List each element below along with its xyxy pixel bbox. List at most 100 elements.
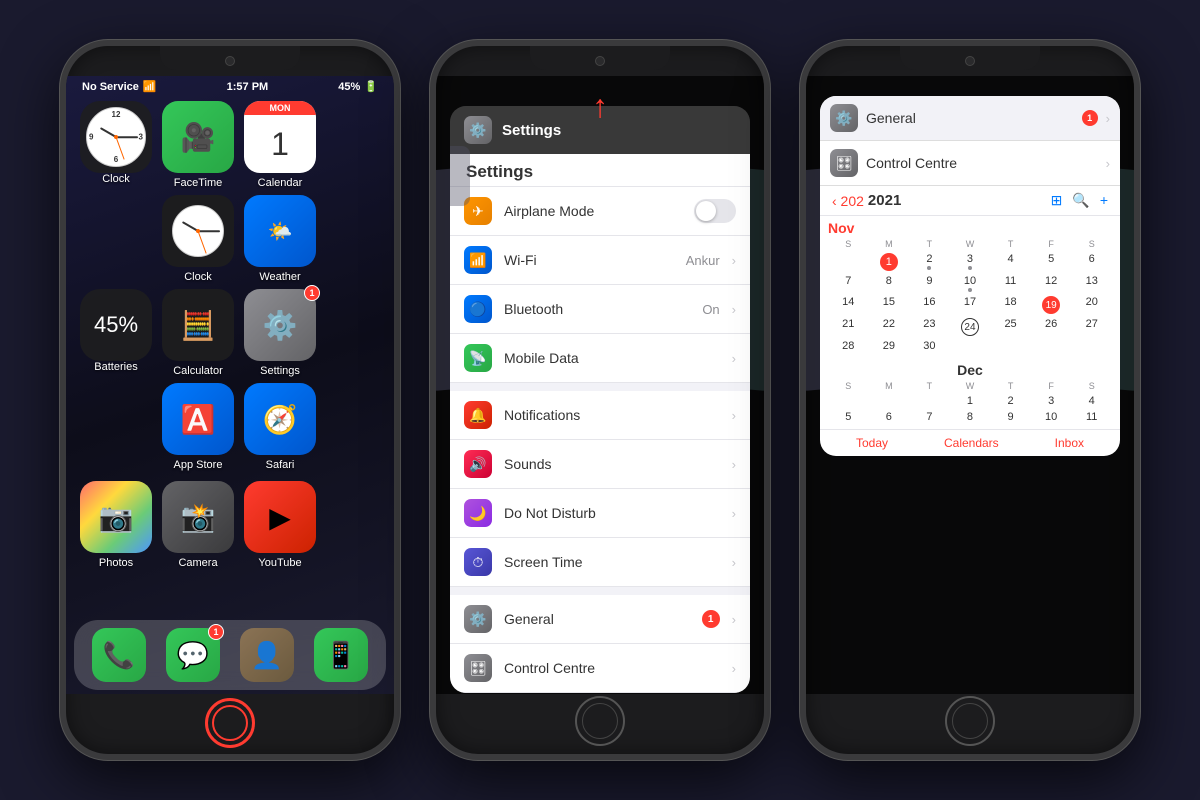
settings-list: Settings ✈ Airplane Mode 📶 Wi-Fi Ankur ›	[450, 154, 750, 693]
swipe-arrow: ↑	[592, 90, 608, 122]
settings-item-controlcentre[interactable]: 🎛 Control Centre ›	[450, 644, 750, 693]
settings-screen: ↑ ⚙️ Settings Settings ✈ Airplane Mod	[436, 76, 764, 694]
bluetooth-value: On	[702, 302, 719, 317]
home-button-3[interactable]	[945, 696, 995, 746]
november-grid: Nov SMT WTFS 1 2 3 4 5 6	[820, 216, 1120, 358]
phone-2: ↑ ⚙️ Settings Settings ✈ Airplane Mod	[430, 40, 770, 760]
notifications-arrow: ›	[732, 408, 736, 423]
general-app-icon-3: ⚙️	[830, 104, 858, 132]
app-camera[interactable]: 📸 Camera	[162, 481, 234, 569]
dock-whatsapp[interactable]: 📱	[314, 628, 368, 682]
inbox-btn[interactable]: Inbox	[1055, 436, 1084, 450]
camera-label: Camera	[178, 557, 217, 569]
general-icon: ⚙️	[464, 605, 492, 633]
clock-small-label: Clock	[184, 271, 212, 283]
battery-icon: 🔋	[364, 80, 378, 93]
app-appstore[interactable]: 🅰️ App Store	[162, 383, 234, 471]
dec-title: Dec	[828, 362, 1112, 378]
nov-title: Nov	[828, 220, 1112, 236]
youtube-label: YouTube	[258, 557, 301, 569]
settings-item-screentime[interactable]: ⏱ Screen Time ›	[450, 538, 750, 587]
app-photos[interactable]: 📷 Photos	[80, 481, 152, 569]
facetime-label: FaceTime	[174, 177, 223, 189]
section-divider-2	[450, 587, 750, 595]
battery-widget[interactable]: 45% Batteries	[80, 289, 152, 373]
battery-label: 45%	[338, 81, 360, 93]
app-switcher-3: ⚙️ General 1 › 🎛 Control Centre › ‹ 202 …	[820, 96, 1120, 456]
cal-year: 2021	[868, 192, 1047, 209]
clock-widget-large[interactable]: 12 3 6 9	[80, 101, 152, 173]
screentime-icon: ⏱	[464, 548, 492, 576]
status-bar: No Service 📶 1:57 PM 45% 🔋	[66, 76, 394, 97]
dec-dow: SMT WTFS	[828, 381, 1112, 391]
messages-badge: 1	[208, 624, 224, 640]
app-clock-small[interactable]: Clock	[162, 195, 234, 283]
mobile-data-icon: 📡	[464, 344, 492, 372]
sounds-label: Sounds	[504, 456, 720, 472]
general-app-badge-3: 1	[1082, 110, 1098, 126]
wifi-arrow: ›	[732, 253, 736, 268]
settings-item-dnd[interactable]: 🌙 Do Not Disturb ›	[450, 489, 750, 538]
app-safari[interactable]: 🧭 Safari	[244, 383, 316, 471]
home-button-highlighted[interactable]	[205, 698, 255, 748]
wifi-value: Ankur	[686, 253, 720, 268]
settings-item-general[interactable]: ⚙️ General 1 ›	[450, 595, 750, 644]
switcher-app-general[interactable]: ⚙️ General 1 ›	[820, 96, 1120, 141]
settings-label: Settings	[260, 365, 300, 377]
app-facetime[interactable]: 🎥 FaceTime	[162, 101, 234, 189]
controlcentre-label: Control Centre	[504, 660, 720, 676]
calendars-btn[interactable]: Calendars	[944, 436, 999, 450]
app-settings[interactable]: ⚙️ 1 Settings	[244, 289, 316, 377]
sounds-arrow: ›	[732, 457, 736, 472]
battery-pct: 45%	[94, 312, 138, 338]
dnd-arrow: ›	[732, 506, 736, 521]
section-divider-1	[450, 383, 750, 391]
safari-label: Safari	[266, 459, 295, 471]
airplane-toggle[interactable]	[694, 199, 736, 223]
settings-switcher-card: ⚙️ Settings Settings ✈ Airplane Mode	[450, 106, 750, 693]
app-youtube[interactable]: ▶ YouTube	[244, 481, 316, 569]
app-calculator[interactable]: 🧮 Calculator	[162, 289, 234, 377]
camera-dot	[225, 56, 235, 66]
wifi-settings-icon: 📶	[464, 246, 492, 274]
settings-item-airplane[interactable]: ✈ Airplane Mode	[450, 187, 750, 236]
settings-item-sounds[interactable]: 🔊 Sounds ›	[450, 440, 750, 489]
general-arrow: ›	[732, 612, 736, 627]
general-app-arrow-3: ›	[1106, 111, 1110, 126]
grid-icon[interactable]: ⊞	[1051, 192, 1063, 209]
bluetooth-label: Bluetooth	[504, 301, 690, 317]
settings-header: Settings	[450, 154, 750, 187]
screentime-arrow: ›	[732, 555, 736, 570]
cc-app-label-3: Control Centre	[866, 155, 1098, 171]
clock-widget-label: Clock	[102, 173, 130, 185]
dock-messages[interactable]: 💬 1	[166, 628, 220, 682]
notifications-label: Notifications	[504, 407, 720, 423]
general-badge: 1	[702, 610, 720, 628]
home-screen: No Service 📶 1:57 PM 45% 🔋	[66, 76, 394, 694]
cal-back-btn[interactable]: ‹ 202	[832, 193, 864, 209]
cc-app-arrow-3: ›	[1106, 156, 1110, 171]
weather-label: Weather	[259, 271, 300, 283]
dock-contacts[interactable]: 👤	[240, 628, 294, 682]
cal-bottom-bar: Today Calendars Inbox	[820, 429, 1120, 456]
app-calendar[interactable]: MON 1 Calendar	[244, 101, 316, 189]
home-button-2[interactable]	[575, 696, 625, 746]
cal-nav-icons: ⊞ 🔍 +	[1051, 192, 1108, 209]
carrier-label: No Service	[82, 81, 139, 93]
switcher-app-controlcentre[interactable]: 🎛 Control Centre ›	[820, 141, 1120, 186]
settings-app-icon: ⚙️	[464, 116, 492, 144]
settings-item-wifi[interactable]: 📶 Wi-Fi Ankur ›	[450, 236, 750, 285]
today-btn[interactable]: Today	[856, 436, 888, 450]
app-weather[interactable]: 🌤️ Weather	[244, 195, 316, 283]
settings-item-bluetooth[interactable]: 🔵 Bluetooth On ›	[450, 285, 750, 334]
settings-item-mobile[interactable]: 📡 Mobile Data ›	[450, 334, 750, 383]
notifications-icon: 🔔	[464, 401, 492, 429]
phone-1: No Service 📶 1:57 PM 45% 🔋	[60, 40, 400, 760]
dock-phone[interactable]: 📞	[92, 628, 146, 682]
phone-3: ⚙️ General 1 › 🎛 Control Centre › ‹ 202 …	[800, 40, 1140, 760]
general-label: General	[504, 611, 690, 627]
settings-item-notifications[interactable]: 🔔 Notifications ›	[450, 391, 750, 440]
search-icon-cal[interactable]: 🔍	[1072, 192, 1089, 209]
calendar-screen: ⚙️ General 1 › 🎛 Control Centre › ‹ 202 …	[806, 76, 1134, 694]
add-event-btn[interactable]: +	[1100, 192, 1108, 209]
